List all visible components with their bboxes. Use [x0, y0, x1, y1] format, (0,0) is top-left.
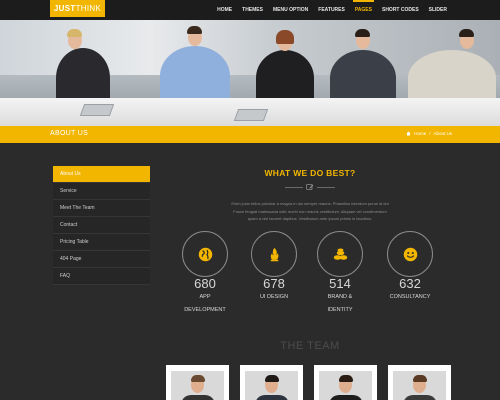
- sidebar-item-faq[interactable]: FAQ: [53, 268, 150, 285]
- flame-icon: [270, 247, 278, 261]
- feature-number: 514: [329, 276, 351, 291]
- feature-number: 680: [194, 276, 216, 291]
- globe-icon: [198, 247, 212, 261]
- feature-label: UI DESIGN: [244, 291, 304, 304]
- feature-number: 678: [263, 276, 285, 291]
- page-title: ABOUT US: [50, 130, 89, 137]
- logo-bold: JUST: [53, 4, 76, 13]
- team-member-card[interactable]: [166, 365, 229, 400]
- feature-circle: [182, 231, 228, 277]
- nav-item-features[interactable]: FEATURES: [313, 0, 350, 20]
- sidebar-item-pricing-table[interactable]: Pricing Table: [53, 234, 150, 251]
- feature-brand-identity: 514 BRAND & IDENTITY: [310, 231, 370, 317]
- breadcrumb-home[interactable]: Home: [414, 131, 426, 136]
- intro-line: quam a nisl laoreet dapibus. Vestibulum …: [247, 216, 373, 221]
- team-member-photo: [245, 371, 298, 400]
- feature-label-line: UI DESIGN: [259, 294, 289, 300]
- nav-item-themes[interactable]: THEMES: [237, 0, 268, 20]
- logo[interactable]: JUST THINK: [50, 0, 105, 17]
- team-title: THE TEAM: [280, 340, 340, 352]
- top-navbar: JUST THINK HOME THEMES MENU OPTION FEATUR…: [0, 0, 500, 20]
- sidebar-item-service[interactable]: Service: [53, 183, 150, 200]
- team-member-card[interactable]: [240, 365, 303, 400]
- sidebar-item-contact[interactable]: Contact: [53, 217, 150, 234]
- feature-ui-design: 678 UI DESIGN: [244, 231, 304, 304]
- team-member-card[interactable]: [388, 365, 451, 400]
- feature-app-development: 680 APP DEVELOPMENT: [175, 231, 235, 317]
- team-member-card[interactable]: [314, 365, 377, 400]
- feature-consultancy: 632 CONSULTANCY: [380, 231, 440, 304]
- main-nav: HOME THEMES MENU OPTION FEATURES PAGES S…: [212, 0, 452, 20]
- nav-item-menu-option[interactable]: MENU OPTION: [268, 0, 313, 20]
- section-title: WHAT WE DO BEST?: [264, 168, 356, 178]
- team-member-photo: [319, 371, 372, 400]
- feature-label: CONSULTANCY: [380, 291, 440, 304]
- pencil-icon: [306, 184, 314, 190]
- feature-label: BRAND & IDENTITY: [310, 291, 370, 317]
- sidebar-menu: About Us Service Meet The Team Contact P…: [53, 166, 150, 285]
- feature-label-line: APP: [199, 294, 211, 300]
- breadcrumb: Home / About Us: [406, 131, 452, 136]
- feature-circle: [317, 231, 363, 277]
- hero-image: [0, 20, 500, 126]
- nav-item-home[interactable]: HOME: [212, 0, 237, 20]
- feature-circle: [251, 231, 297, 277]
- sidebar-item-404-page[interactable]: 404 Page: [53, 251, 150, 268]
- nav-item-slider[interactable]: SLIDER: [424, 0, 452, 20]
- feature-number: 632: [399, 276, 421, 291]
- section-intro: Enim justo tellus pulvinar a magna in du…: [200, 200, 420, 223]
- section-divider: [285, 184, 335, 190]
- breadcrumb-separator: /: [429, 131, 431, 136]
- sidebar-item-about-us[interactable]: About Us: [53, 166, 150, 183]
- team-member-photo: [393, 371, 446, 400]
- coins-icon: [333, 248, 347, 260]
- page-title-bar: ABOUT US Home / About Us: [0, 126, 500, 143]
- breadcrumb-current: About Us: [433, 131, 452, 136]
- team-member-photo: [171, 371, 224, 400]
- nav-item-pages[interactable]: PAGES: [350, 0, 377, 20]
- sidebar-item-meet-the-team[interactable]: Meet The Team: [53, 200, 150, 217]
- intro-line: Enim justo tellus pulvinar a magna in du…: [231, 201, 389, 206]
- feature-label-line: DEVELOPMENT: [184, 307, 226, 313]
- page: JUST THINK HOME THEMES MENU OPTION FEATUR…: [0, 0, 500, 400]
- feature-label-line: CONSULTANCY: [389, 294, 431, 300]
- nav-item-short-codes[interactable]: SHORT CODES: [377, 0, 424, 20]
- feature-label-line: IDENTITY: [327, 307, 353, 313]
- intro-line: Fusce feugiat malesuada odio morbi non m…: [233, 208, 387, 214]
- feature-label: APP DEVELOPMENT: [175, 291, 235, 317]
- logo-thin: THINK: [75, 4, 102, 13]
- smiley-icon: [403, 247, 417, 261]
- feature-label-line: BRAND &: [327, 294, 353, 300]
- feature-circle: [387, 231, 433, 277]
- home-icon: [406, 131, 411, 136]
